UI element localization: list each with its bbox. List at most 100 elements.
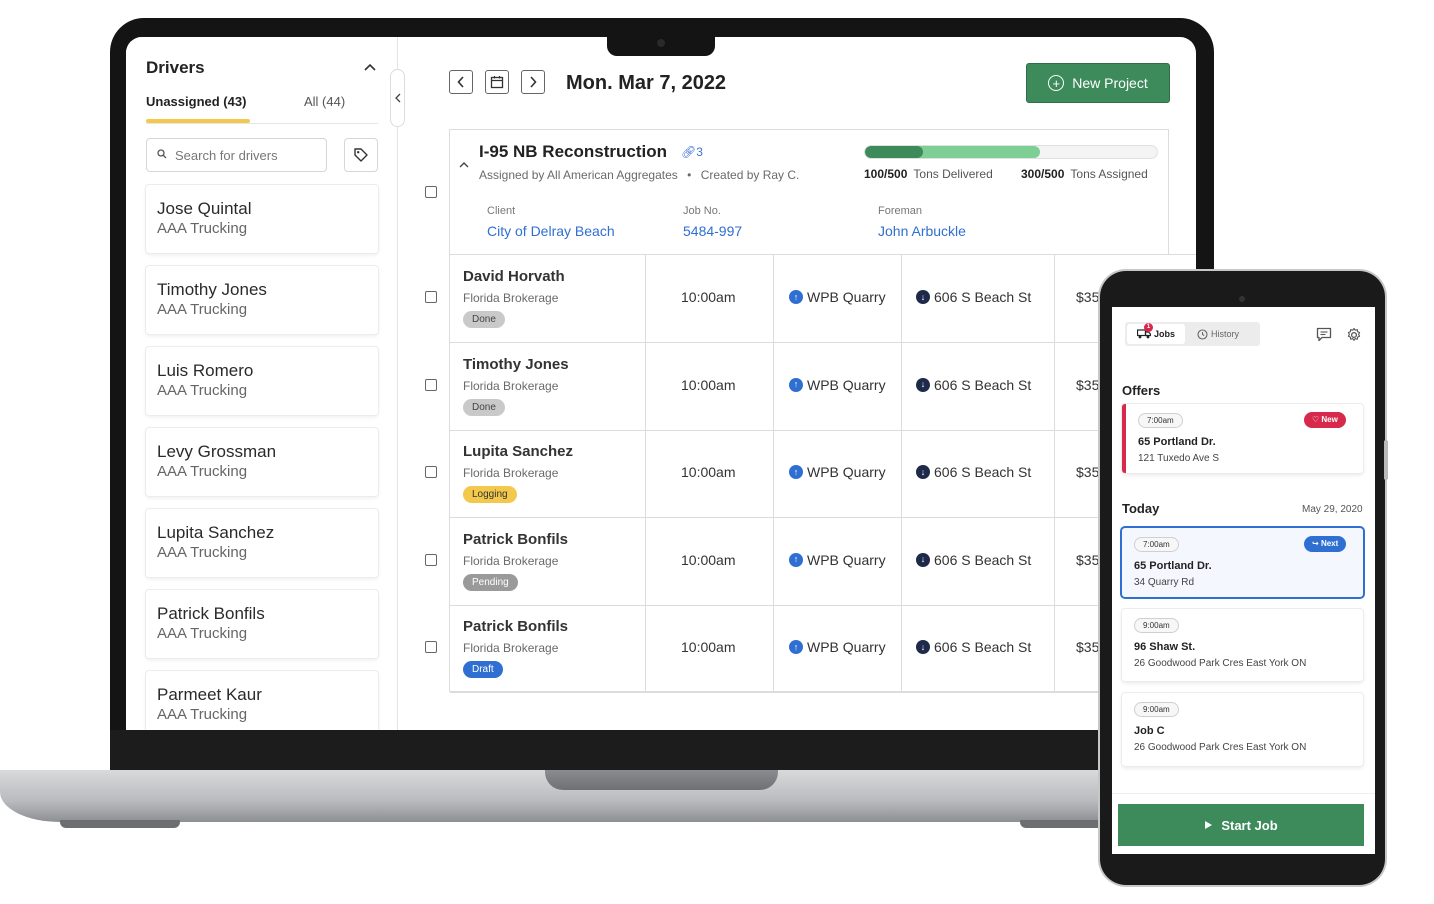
job-card[interactable]: 9:00am Job C 26 Goodwood Park Cres East … [1122,693,1363,766]
time-cell: 10:00am [646,342,774,430]
tab-history-label: History [1211,329,1240,339]
project-title[interactable]: I-95 NB Reconstruction [479,142,667,162]
tab-unassigned[interactable]: Unassigned (43) [146,94,246,109]
chevron-up-icon[interactable] [364,59,376,74]
dropoff-location[interactable]: ↓︎ 606 S Beach St [916,289,1031,305]
job-row[interactable]: Timothy Jones Florida Brokerage Done 10:00a… [450,342,1196,431]
divider [1112,793,1375,794]
driver-name: Timothy Jones [157,280,267,299]
link-count: 3 [696,145,703,159]
driver-card[interactable]: Parmeet Kaur AAA Trucking [146,671,378,730]
jobs-table: David Horvath Florida Brokerage Done 10:00a… [449,254,1196,693]
tab-history[interactable]: History [1197,324,1239,344]
time-cell: 10:00am [646,430,774,517]
time-cell: 10:00am [646,517,774,605]
driver-search-input[interactable]: Search for drivers [146,138,327,172]
job-driver-company: Florida Brokerage [463,291,559,305]
next-day-button[interactable] [521,70,545,94]
project-checkbox[interactable] [425,186,437,198]
job-time: 10:00am [681,551,736,568]
job-time: 10:00am [681,289,736,305]
divider [146,123,378,124]
foreman-link[interactable]: John Arbuckle [878,223,966,239]
job-time: 10:00am [681,464,736,480]
driver-cell: Patrick Bonfils Florida Brokerage Draft [450,605,646,692]
calendar-button[interactable] [485,70,509,94]
driver-name: Levy Grossman [157,442,277,461]
linked-items[interactable]: 🔗︎3 [681,145,703,159]
job-price: $35 [1076,464,1100,480]
job-driver-name[interactable]: Lupita Sanchez [463,443,573,460]
clock-icon [1197,328,1208,340]
driver-card[interactable]: Jose Quintal AAA Trucking [146,185,378,253]
offer-card[interactable]: 7:00am ♡︎ New 65 Portland Dr. 121 Tuxedo… [1122,404,1363,473]
job-price: $35 [1076,376,1100,393]
job-row[interactable]: David Horvath Florida Brokerage Done 10:00a… [450,255,1196,343]
search-icon [157,148,167,162]
job-address: Job C [1134,725,1165,737]
driver-card[interactable]: Lupita Sanchez AAA Trucking [146,509,378,577]
arrow-up-icon: ↑︎ [789,552,803,567]
previous-day-button[interactable] [449,70,473,94]
client-link[interactable]: City of Delray Beach [487,223,615,239]
chevron-up-icon[interactable] [459,157,469,171]
row-checkbox[interactable] [425,466,437,478]
collapse-sidebar-handle[interactable] [390,69,405,127]
job-sub: 34 Quarry Rd [1134,577,1195,588]
tab-all[interactable]: All (44) [304,94,345,109]
row-checkbox[interactable] [425,553,437,566]
chat-icon[interactable] [1316,327,1332,346]
driver-name: Luis Romero [157,361,254,380]
pickup-location[interactable]: ↑︎ WPB Quarry [789,639,886,655]
new-project-button[interactable]: + New Project [1026,63,1170,103]
job-driver-name[interactable]: David Horvath [463,268,565,285]
gear-icon[interactable] [1346,327,1362,347]
pickup-location[interactable]: ↑︎ WPB Quarry [789,377,886,393]
camera-icon [657,39,665,47]
driver-company: AAA Trucking [157,220,248,237]
row-checkbox[interactable] [425,378,437,391]
tab-jobs[interactable]: 1 Jobs [1127,322,1185,344]
start-job-button[interactable]: Start Job [1118,804,1364,846]
forward-arrow-icon: ↪︎ [1312,539,1319,548]
current-date: Mon. Mar 7, 2022 [566,72,727,94]
job-driver-name[interactable]: Patrick Bonfils [463,531,568,548]
sidebar-title: Drivers [146,58,205,77]
job-time: 7:00am [1134,537,1179,552]
job-time: 10:00am [681,376,736,393]
job-row[interactable]: Patrick Bonfils Florida Brokerage Draft 10:… [450,605,1196,693]
status-badge: Done [463,311,505,328]
dropoff-location[interactable]: ↓︎ 606 S Beach St [916,639,1031,655]
tag-filter-button[interactable] [344,138,378,172]
arrow-down-icon: ↓︎ [916,640,930,654]
pickup-location[interactable]: ↑︎ WPB Quarry [789,464,886,480]
dropoff-cell: ↓︎ 606 S Beach St [902,342,1055,430]
pickup-location[interactable]: ↑︎ WPB Quarry [789,552,886,568]
job-card[interactable]: 9:00am 96 Shaw St. 26 Goodwood Park Cres… [1122,609,1363,681]
driver-card[interactable]: Luis Romero AAA Trucking [146,347,378,415]
laptop-groove [545,770,778,790]
job-row[interactable]: Lupita Sanchez Florida Brokerage Logging 10… [450,430,1196,518]
driver-card[interactable]: Levy Grossman AAA Trucking [146,428,378,496]
dropoff-location[interactable]: ↓︎ 606 S Beach St [916,377,1031,393]
tab-jobs-label: Jobs [1153,329,1175,339]
driver-card[interactable]: Timothy Jones AAA Trucking [146,266,378,334]
driver-card[interactable]: Patrick Bonfils AAA Trucking [146,590,378,658]
job-no-link[interactable]: 5484-997 [683,223,742,239]
arrow-down-icon: ↓︎ [916,290,930,304]
driver-cell: Lupita Sanchez Florida Brokerage Logging [450,430,646,517]
row-checkbox[interactable] [425,291,437,303]
laptop-foot [60,820,180,828]
job-driver-company: Florida Brokerage [463,641,559,655]
job-no-label: Job No. [683,205,721,217]
job-card-next[interactable]: 7:00am ↪︎ Next 65 Portland Dr. 34 Quarry… [1122,528,1363,597]
pickup-location[interactable]: ↑︎ WPB Quarry [789,289,886,305]
job-row[interactable]: Patrick Bonfils Florida Brokerage Pending 1… [450,517,1196,606]
job-driver-name[interactable]: Timothy Jones [463,356,569,373]
phone-tabs: 1 Jobs History [1125,322,1260,346]
row-checkbox[interactable] [425,641,437,653]
dropoff-location[interactable]: ↓︎ 606 S Beach St [916,552,1031,568]
dropoff-location[interactable]: ↓︎ 606 S Beach St [916,464,1031,480]
driver-name: Lupita Sanchez [157,523,275,542]
job-driver-name[interactable]: Patrick Bonfils [463,618,568,635]
